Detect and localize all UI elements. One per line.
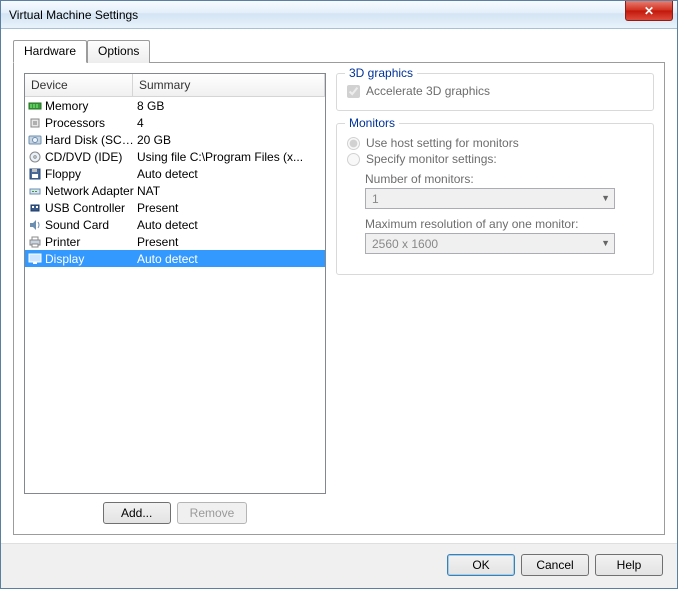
device-summary: 20 GB	[135, 133, 323, 147]
specify-label: Specify monitor settings:	[366, 152, 497, 166]
device-name: Display	[45, 252, 135, 266]
device-row[interactable]: CD/DVD (IDE) Using file C:\Program Files…	[25, 148, 325, 165]
remove-button: Remove	[177, 502, 248, 524]
max-resolution-select: 2560 x 1600 ▼	[365, 233, 615, 254]
device-summary: Auto detect	[135, 218, 323, 232]
use-host-label: Use host setting for monitors	[366, 136, 519, 150]
device-name: Network Adapter	[45, 184, 135, 198]
col-header-device[interactable]: Device	[25, 74, 133, 96]
use-host-radio[interactable]	[347, 137, 360, 150]
printer-icon	[27, 235, 43, 249]
chevron-down-icon: ▼	[601, 238, 610, 248]
tab-hardware[interactable]: Hardware	[13, 40, 87, 63]
floppy-icon	[27, 167, 43, 181]
accelerate-3d-checkbox[interactable]	[347, 85, 360, 98]
device-summary: Present	[135, 235, 323, 249]
device-summary: Auto detect	[135, 167, 323, 181]
usb-icon	[27, 201, 43, 215]
num-monitors-value: 1	[372, 192, 379, 206]
device-column: Device Summary Memory 8 GB Processors 4 …	[24, 73, 326, 524]
group-title-monitors: Monitors	[345, 116, 399, 130]
col-header-summary[interactable]: Summary	[133, 74, 325, 96]
cancel-button-label: Cancel	[536, 558, 573, 572]
device-name: Printer	[45, 235, 135, 249]
device-row[interactable]: Display Auto detect	[25, 250, 325, 267]
device-name: Memory	[45, 99, 135, 113]
device-name: Sound Card	[45, 218, 135, 232]
dialog-footer: OK Cancel Help	[1, 543, 677, 588]
help-button[interactable]: Help	[595, 554, 663, 576]
device-row[interactable]: USB Controller Present	[25, 199, 325, 216]
settings-window: Virtual Machine Settings ✕ Hardware Opti…	[0, 0, 678, 589]
device-buttons: Add... Remove	[24, 502, 326, 524]
specify-radio[interactable]	[347, 153, 360, 166]
close-button[interactable]: ✕	[625, 1, 673, 21]
cancel-button[interactable]: Cancel	[521, 554, 589, 576]
use-host-radio-row[interactable]: Use host setting for monitors	[347, 136, 643, 150]
device-summary: Auto detect	[135, 252, 323, 266]
max-resolution-value: 2560 x 1600	[372, 237, 438, 251]
help-button-label: Help	[617, 558, 642, 572]
remove-button-label: Remove	[190, 506, 235, 520]
tab-strip: Hardware Options	[13, 39, 665, 62]
num-monitors-select: 1 ▼	[365, 188, 615, 209]
cd-icon	[27, 150, 43, 164]
memory-icon	[27, 99, 43, 113]
device-name: Hard Disk (SCSI)	[45, 133, 135, 147]
device-name: USB Controller	[45, 201, 135, 215]
device-name: CD/DVD (IDE)	[45, 150, 135, 164]
max-resolution-label: Maximum resolution of any one monitor:	[365, 217, 643, 231]
group-monitors: Monitors Use host setting for monitors S…	[336, 123, 654, 275]
dialog-body: Hardware Options Device Summary Memory 8…	[1, 29, 677, 543]
device-summary: Using file C:\Program Files (x...	[135, 150, 323, 164]
specify-radio-row[interactable]: Specify monitor settings:	[347, 152, 643, 166]
ok-button-label: OK	[472, 558, 489, 572]
accelerate-3d-row[interactable]: Accelerate 3D graphics	[347, 84, 643, 98]
window-title: Virtual Machine Settings	[9, 8, 138, 22]
device-summary: 4	[135, 116, 323, 130]
device-row[interactable]: Printer Present	[25, 233, 325, 250]
group-3d-graphics: 3D graphics Accelerate 3D graphics	[336, 73, 654, 111]
device-summary: 8 GB	[135, 99, 323, 113]
device-list[interactable]: Device Summary Memory 8 GB Processors 4 …	[24, 73, 326, 494]
display-icon	[27, 252, 43, 266]
hdd-icon	[27, 133, 43, 147]
ok-button[interactable]: OK	[447, 554, 515, 576]
device-name: Floppy	[45, 167, 135, 181]
device-row[interactable]: Processors 4	[25, 114, 325, 131]
device-summary: NAT	[135, 184, 323, 198]
device-row[interactable]: Floppy Auto detect	[25, 165, 325, 182]
sound-icon	[27, 218, 43, 232]
net-icon	[27, 184, 43, 198]
tab-options-label: Options	[98, 44, 139, 58]
accelerate-3d-label: Accelerate 3D graphics	[366, 84, 490, 98]
add-button-label: Add...	[121, 506, 152, 520]
device-name: Processors	[45, 116, 135, 130]
settings-column: 3D graphics Accelerate 3D graphics Monit…	[336, 73, 654, 524]
device-summary: Present	[135, 201, 323, 215]
tab-options[interactable]: Options	[87, 40, 150, 63]
chevron-down-icon: ▼	[601, 193, 610, 203]
num-monitors-label: Number of monitors:	[365, 172, 643, 186]
add-button[interactable]: Add...	[103, 502, 171, 524]
device-list-header: Device Summary	[25, 74, 325, 97]
group-title-3d: 3D graphics	[345, 66, 417, 80]
tab-hardware-label: Hardware	[24, 44, 76, 58]
cpu-icon	[27, 116, 43, 130]
device-row[interactable]: Hard Disk (SCSI) 20 GB	[25, 131, 325, 148]
device-row[interactable]: Sound Card Auto detect	[25, 216, 325, 233]
device-list-rows: Memory 8 GB Processors 4 Hard Disk (SCSI…	[25, 97, 325, 267]
device-row[interactable]: Memory 8 GB	[25, 97, 325, 114]
device-row[interactable]: Network Adapter NAT	[25, 182, 325, 199]
tab-panel-hardware: Device Summary Memory 8 GB Processors 4 …	[13, 62, 665, 535]
close-icon: ✕	[644, 4, 654, 18]
titlebar: Virtual Machine Settings ✕	[1, 1, 677, 29]
